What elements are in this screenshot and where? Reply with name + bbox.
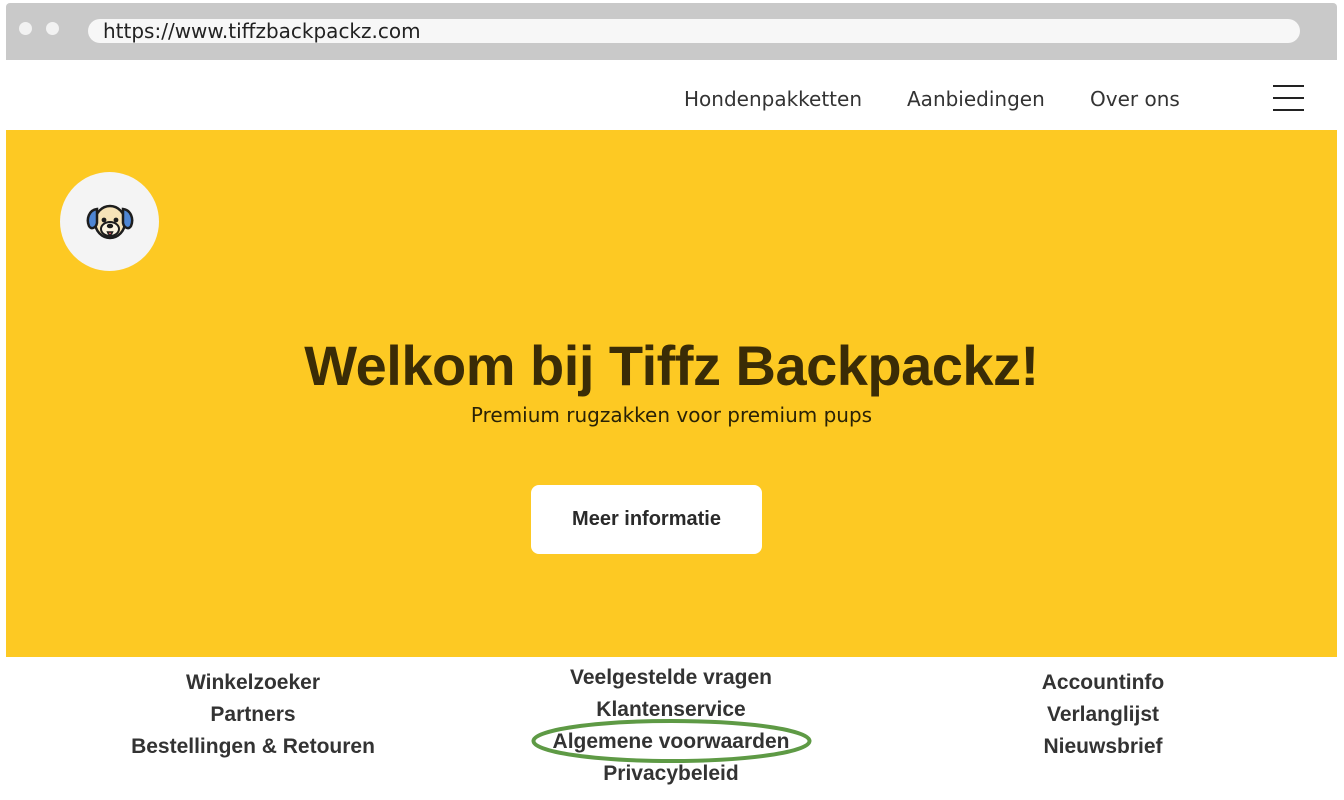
top-navigation: Hondenpakketten Aanbiedingen Over ons <box>6 60 1337 130</box>
footer-link-veelgestelde-vragen[interactable]: Veelgestelde vragen <box>511 662 831 694</box>
footer-link-verlanglijst[interactable]: Verlanglijst <box>943 699 1263 731</box>
browser-chrome: https://www.tiffzbackpackz.com <box>6 3 1337 60</box>
footer-column-right: Accountinfo Verlanglijst Nieuwsbrief <box>943 667 1263 763</box>
footer-link-klantenservice[interactable]: Klantenservice <box>511 694 831 726</box>
address-bar[interactable]: https://www.tiffzbackpackz.com <box>88 19 1300 43</box>
dog-face-icon <box>86 204 133 239</box>
footer-link-accountinfo[interactable]: Accountinfo <box>943 667 1263 699</box>
hero-title: Welkom bij Tiffz Backpackz! <box>304 334 1039 397</box>
footer-column-middle: Veelgestelde vragen Klantenservice Algem… <box>511 662 831 790</box>
footer-link-nieuwsbrief[interactable]: Nieuwsbrief <box>943 731 1263 763</box>
footer-link-partners[interactable]: Partners <box>93 699 413 731</box>
site-logo[interactable] <box>60 172 159 271</box>
window-dot-icon[interactable] <box>19 22 32 35</box>
nav-link-aanbiedingen[interactable]: Aanbiedingen <box>907 87 1045 111</box>
nav-link-hondenpakketten[interactable]: Hondenpakketten <box>684 87 862 111</box>
footer-link-winkelzoeker[interactable]: Winkelzoeker <box>93 667 413 699</box>
hero-subtitle: Premium rugzakken voor premium pups <box>470 403 873 427</box>
footer-link-bestellingen-retouren[interactable]: Bestellingen & Retouren <box>93 731 413 763</box>
nav-link-over-ons[interactable]: Over ons <box>1090 87 1180 111</box>
footer-link-algemene-voorwaarden[interactable]: Algemene voorwaarden <box>511 726 831 758</box>
meer-informatie-button[interactable]: Meer informatie <box>531 485 762 554</box>
hero-banner: Welkom bij Tiffz Backpackz! Premium rugz… <box>6 130 1337 657</box>
window-dot-icon[interactable] <box>46 22 59 35</box>
footer: Winkelzoeker Partners Bestellingen & Ret… <box>6 657 1337 800</box>
footer-column-left: Winkelzoeker Partners Bestellingen & Ret… <box>93 667 413 763</box>
hamburger-menu-icon[interactable] <box>1273 84 1304 112</box>
footer-link-privacybeleid[interactable]: Privacybeleid <box>511 758 831 790</box>
